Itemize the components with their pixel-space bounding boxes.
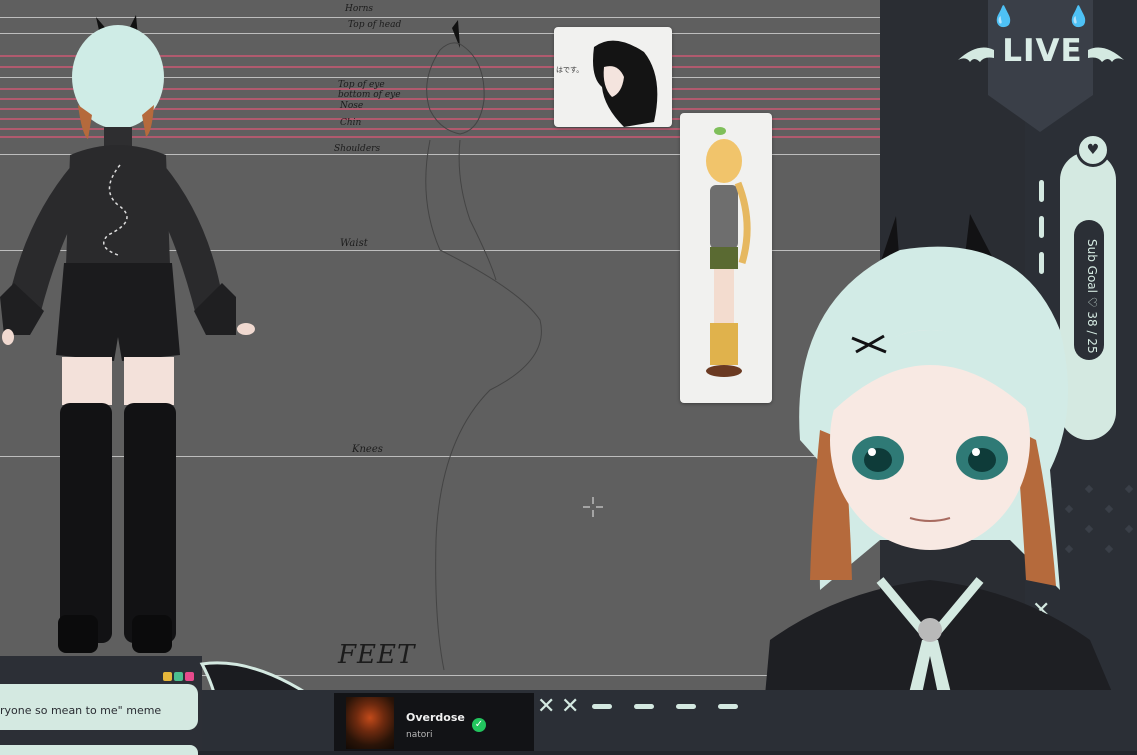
check-icon: ✓ (472, 718, 486, 732)
bar-dash (592, 704, 612, 709)
guide-label-knees: Knees (352, 444, 383, 455)
bar-dash (718, 704, 738, 709)
reference-card-portrait: はです。 (554, 27, 672, 127)
live-label: LIVE (1002, 33, 1083, 69)
guide-label-bottom-of-eye: bottom of eye (338, 90, 401, 100)
bar-dash (676, 704, 696, 709)
reference-sheet-canvas: Horns Top of head Top of eye bottom of e… (0, 0, 880, 690)
badge-icon (185, 672, 194, 681)
guide-label-shoulders: Shoulders (334, 144, 381, 154)
heart-icon: ♥ (1076, 133, 1110, 167)
album-art (346, 697, 394, 749)
reference-card-full-body (680, 113, 772, 403)
rail-dash (1039, 180, 1044, 202)
badge-icon (174, 672, 183, 681)
chat-message-text: ryone so mean to me" meme (0, 704, 162, 717)
vtuber-avatar (760, 214, 1137, 751)
full-body-image (706, 127, 751, 377)
guide-label-waist: Waist (340, 238, 368, 249)
chat-message-bubble (0, 745, 198, 755)
sketch-outline (425, 20, 542, 671)
guide-label-nose: Nose (340, 101, 364, 111)
chat-user-badges (163, 672, 194, 681)
bat-wing-icon (958, 47, 994, 62)
guide-label-top-of-head: Top of head (348, 20, 402, 30)
guide-label-horns: Horns (345, 4, 373, 14)
now-playing-title: Overdose (406, 711, 465, 724)
bar-dash (634, 704, 654, 709)
reference-card-text: はです。 (556, 66, 584, 74)
x-mark-icon: ✕ (537, 694, 556, 719)
bat-wing-icon (1088, 47, 1124, 62)
crosshair-icon (583, 497, 603, 517)
model-back-view (0, 15, 255, 653)
badge-icon (163, 672, 172, 681)
guide-label-chin: Chin (340, 118, 362, 128)
guide-label-top-of-eye: Top of eye (338, 80, 385, 90)
now-playing-artist: natori (406, 730, 433, 740)
droplet-icon: 💧 (991, 4, 1016, 28)
portrait-image (593, 40, 658, 127)
x-mark-icon: ✕ (561, 694, 580, 719)
droplet-icon: 💧 (1066, 4, 1091, 28)
